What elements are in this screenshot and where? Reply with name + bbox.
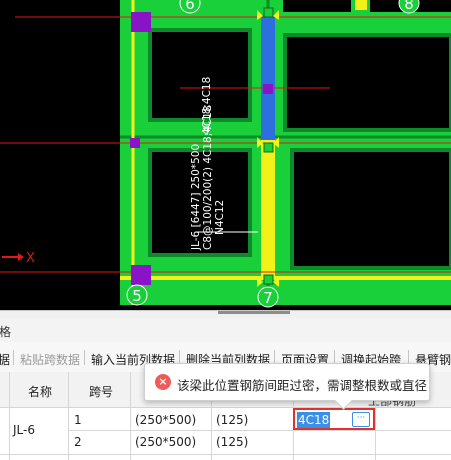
slab-opening (292, 150, 451, 268)
header-span: 跨号 (89, 385, 114, 399)
beam-segment (355, 0, 367, 10)
splitter-grip[interactable] (218, 311, 290, 314)
beam-annotation-top-rebar: 4C18;4C18 (201, 77, 213, 135)
ucs-x-label: X (26, 251, 35, 266)
cell-distance-row2[interactable]: (125) (216, 435, 248, 449)
toolbar-paste-span-data[interactable]: 粘贴跨数据 (20, 351, 80, 368)
beam-annotation-line3: N4C12 (214, 200, 226, 235)
col-divider (9, 372, 10, 460)
grip-point[interactable] (263, 142, 274, 153)
ellipsis-button[interactable]: ··· (352, 412, 370, 427)
selected-beam-span-1[interactable] (261, 15, 275, 140)
col-divider (68, 372, 69, 460)
ucs-x-arrow-head (18, 253, 24, 261)
toolbar-separator (84, 350, 85, 365)
row-divider (68, 430, 451, 431)
column[interactable] (130, 138, 140, 148)
axis-bubble-5: 5 (126, 284, 148, 306)
axis-bubble-7-label: 7 (263, 289, 273, 307)
column[interactable] (263, 84, 273, 94)
cell-name-row1[interactable]: JL-6 (13, 423, 35, 437)
error-message: 该梁此位置钢筋间距过密，需调整根数或直径 (177, 378, 428, 393)
cell-section-row2[interactable]: (250*500) (135, 435, 196, 449)
top-rebar-edit-cell[interactable]: 4C18 ··· (293, 408, 375, 430)
error-tooltip: × 该梁此位置钢筋间距过密，需调整根数或直径 (144, 363, 430, 410)
column[interactable] (131, 12, 151, 32)
grip-point[interactable] (263, 274, 274, 285)
cell-section-row1[interactable]: (250*500) (135, 413, 196, 427)
toolbar-separator (13, 350, 14, 365)
toolbar-item-data[interactable]: 据 (0, 351, 10, 368)
slab-opening (285, 35, 451, 130)
cad-drawing-canvas[interactable]: 6 8 5 7 X JL-6 [6447] 250*500 C8@100/200… (0, 0, 451, 310)
grip-point[interactable] (263, 7, 274, 18)
header-name: 名称 (28, 385, 53, 399)
axis-bubble-6-label: 6 (185, 0, 195, 13)
structure-plan[interactable]: 6 8 5 7 X JL-6 [6447] 250*500 C8@100/200… (0, 0, 451, 310)
error-circle-icon: × (155, 374, 171, 390)
top-rebar-input[interactable]: 4C18 (297, 412, 331, 428)
slab-opening (283, 0, 351, 12)
axis-bubble-5-label: 5 (132, 287, 142, 305)
axis-bubble-7: 7 (257, 286, 279, 308)
col-divider (130, 372, 131, 460)
axis-bubble-8-label: 8 (404, 0, 414, 13)
panel-title: 格 (0, 325, 12, 339)
cell-span-row2[interactable]: 2 (74, 435, 82, 449)
beam-annotation-line1: JL-6 [6447] 250*500 (190, 144, 202, 251)
slab-opening (150, 30, 250, 120)
selected-beam-span-2[interactable] (261, 140, 275, 280)
cell-span-row1[interactable]: 1 (74, 413, 82, 427)
panel-title-bar: 格 (0, 318, 451, 343)
column[interactable] (131, 265, 151, 285)
cell-distance-row1[interactable]: (125) (216, 413, 248, 427)
